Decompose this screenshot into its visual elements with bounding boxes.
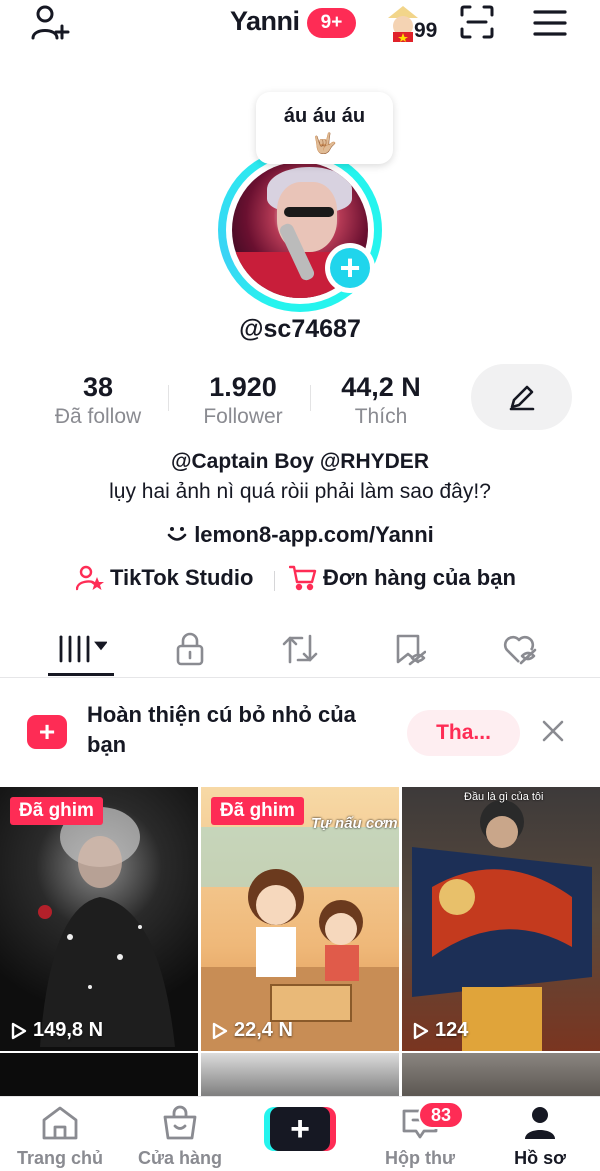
menu-icon[interactable] xyxy=(533,9,567,42)
play-icon xyxy=(11,1022,27,1039)
status-bubble[interactable]: áu áu áu 🤟🏼 xyxy=(256,92,393,164)
coin-count: 99 xyxy=(414,19,438,42)
profile-tabs xyxy=(0,620,600,678)
play-icon xyxy=(413,1022,429,1039)
orders-button[interactable]: Đơn hàng của bạn xyxy=(289,565,516,591)
nav-label: Hồ sơ xyxy=(514,1148,566,1168)
cart-icon xyxy=(289,565,317,591)
status-text: áu áu áu xyxy=(283,105,366,127)
nav-label: Hộp thư xyxy=(384,1148,455,1168)
stat-followers[interactable]: 1.920 Follower xyxy=(188,372,298,429)
bio-text: lụy hai ảnh nì quá ròii phải làm sao đây… xyxy=(109,480,491,503)
shop-icon xyxy=(163,1105,197,1140)
pinned-badge: Đã ghim xyxy=(10,797,103,825)
tab-videos[interactable] xyxy=(44,620,120,678)
nav-shop[interactable]: Cửa hàng xyxy=(120,1105,240,1169)
nav-profile[interactable]: Hồ sơ xyxy=(480,1105,600,1169)
create-button[interactable]: + xyxy=(264,1107,336,1151)
close-icon[interactable] xyxy=(540,718,566,744)
notification-badge[interactable]: 9+ xyxy=(307,8,356,38)
suggestion-banner: + Hoàn thiện cú bỏ nhỏ của bạn Tha... xyxy=(0,694,600,772)
top-username[interactable]: Yanni xyxy=(230,6,300,37)
create-icon: + xyxy=(270,1107,330,1151)
add-friend-icon[interactable] xyxy=(30,4,70,47)
stat-label: Follower xyxy=(203,405,283,428)
bookmark-hidden-icon xyxy=(396,634,426,666)
home-icon xyxy=(42,1106,78,1140)
top-bar: Yanni 9+ 99 xyxy=(0,0,600,50)
view-count: 149,8 N xyxy=(11,1019,103,1042)
plus-icon: + xyxy=(27,715,67,749)
tab-favorites[interactable] xyxy=(372,620,448,678)
stat-value: 44,2 N xyxy=(341,372,421,402)
stat-following[interactable]: 38 Đã follow xyxy=(40,372,156,429)
video-caption: Đầu là gì của tôi xyxy=(464,791,544,803)
add-story-button[interactable]: + xyxy=(325,243,375,293)
stat-label: Thích xyxy=(354,405,408,428)
stat-likes[interactable]: 44,2 N Thích xyxy=(326,372,436,429)
profile-actions: TikTok Studio Đơn hàng của bạn xyxy=(0,565,600,597)
heart-hidden-icon xyxy=(503,635,537,665)
link-text: lemon8-app.com/Yanni xyxy=(194,522,434,547)
view-count: 22,4 N xyxy=(212,1019,293,1042)
nav-home[interactable]: Trang chủ xyxy=(0,1105,120,1169)
grid-icon xyxy=(59,635,107,663)
action-label: TikTok Studio xyxy=(110,565,254,590)
divider xyxy=(310,385,311,411)
view-count: 124 xyxy=(413,1019,468,1042)
video-tile[interactable]: Đã ghim 149,8 N xyxy=(0,787,198,1051)
profile-handle: @sc74687 xyxy=(239,315,361,343)
scan-icon[interactable] xyxy=(460,5,494,44)
bio-mentions[interactable]: @Captain Boy @RHYDER xyxy=(0,450,600,474)
profile-icon xyxy=(525,1107,555,1139)
active-tab-indicator xyxy=(48,673,114,676)
lock-icon xyxy=(176,632,204,666)
stat-label: Đã follow xyxy=(54,405,142,428)
profile-link[interactable]: lemon8-app.com/Yanni xyxy=(0,522,600,548)
divider xyxy=(274,571,275,591)
tiktok-studio-button[interactable]: TikTok Studio xyxy=(76,565,253,591)
bottom-nav: Trang chủ Cửa hàng + Hộp thư Hồ sơ xyxy=(0,1096,600,1171)
play-icon xyxy=(212,1022,228,1039)
status-emoji: 🤟🏼 xyxy=(312,133,337,155)
divider xyxy=(168,385,169,411)
tab-private[interactable] xyxy=(152,620,228,678)
studio-icon xyxy=(76,565,104,591)
plus-icon: + xyxy=(330,248,370,288)
nav-label: Trang chủ xyxy=(16,1148,103,1168)
pinned-badge: Đã ghim xyxy=(211,797,304,825)
repost-icon xyxy=(282,634,318,664)
tab-liked[interactable] xyxy=(482,620,558,678)
banner-text: Hoàn thiện cú bỏ nhỏ của bạn xyxy=(87,702,356,757)
action-label: Đơn hàng của bạn xyxy=(323,565,516,590)
nav-label: Cửa hàng xyxy=(137,1148,223,1168)
inbox-badge: 83 xyxy=(418,1101,464,1129)
pencil-icon xyxy=(509,385,534,411)
tab-reposts[interactable] xyxy=(262,620,338,678)
link-icon xyxy=(167,527,187,541)
stat-value: 38 xyxy=(82,372,114,402)
edit-profile-button[interactable] xyxy=(471,364,572,430)
video-caption: Tự nấu cơm xyxy=(311,815,398,832)
video-tile[interactable]: Đầu là gì của tôi 124 xyxy=(402,787,600,1051)
video-tile[interactable]: Đã ghim Tự nấu cơm 22,4 N xyxy=(201,787,399,1051)
stat-value: 1.920 xyxy=(209,372,277,402)
banner-action-button[interactable]: Tha... xyxy=(407,710,520,756)
